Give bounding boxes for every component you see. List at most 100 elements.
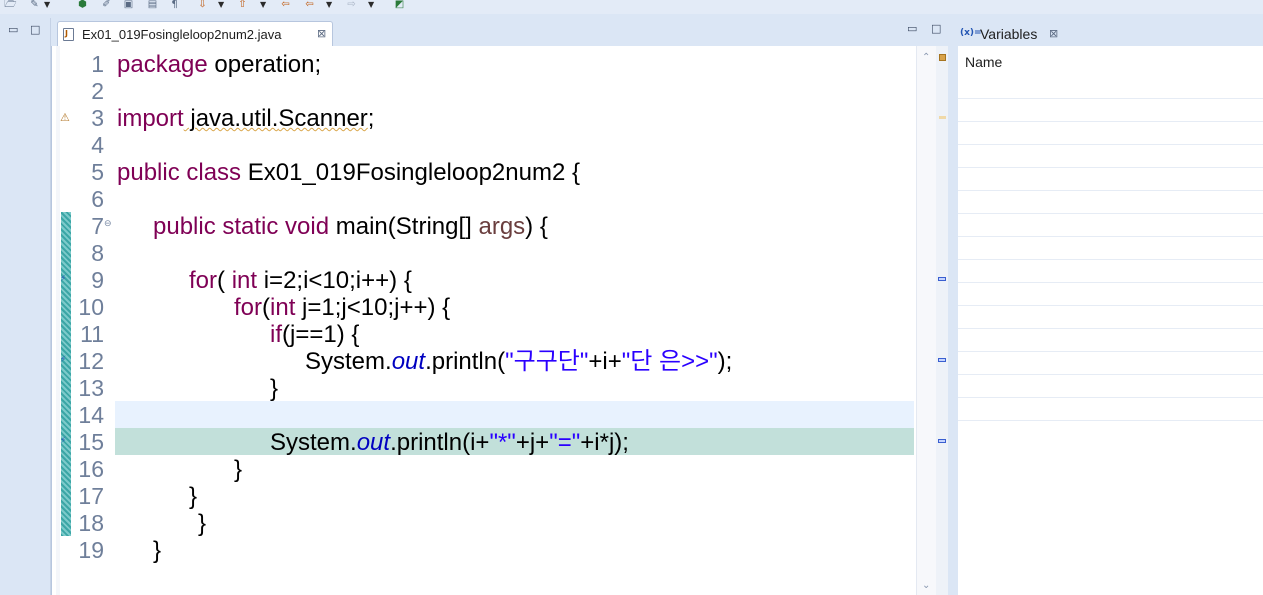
close-icon[interactable]: ⊠ [317,27,326,40]
variables-table[interactable]: Name [958,46,1263,595]
code-text: ) { [525,213,548,240]
main-toolbar: 🗁 ✎ ▼ ⬢ ✐ ▣ ▤ ¶ ⇩ ▼ ⇧ ▼ ⇦ ⇦ ▼ ⇨ ▼ ◩ [0,0,1263,14]
breakpoint-marker-icon[interactable]: ⚡ [60,274,66,284]
java-file-icon [63,28,74,41]
save-icon[interactable]: ▤ [146,0,159,12]
column-header-name[interactable]: Name [965,54,1002,70]
breakpoint-marker-icon[interactable]: ⚡ [60,355,66,365]
close-icon[interactable]: ⊠ [1049,27,1058,40]
line-number: 14 [78,402,104,428]
line-number: 3 [91,105,104,131]
code-text: Ex01_019Fosingleloop2num2 { [241,159,580,186]
scroll-down-icon[interactable]: ⌄ [922,580,930,591]
breakpoint-marker-icon[interactable]: ⚡ [60,436,66,446]
table-row-divider [958,213,1263,214]
previous-annotation-icon[interactable]: ⇧ [236,0,249,12]
tab-label: Variables [980,26,1038,42]
occurrence-overview-marker[interactable] [938,277,946,281]
forward-icon[interactable]: ⇨ [345,0,358,12]
external-tools-icon[interactable]: ✎ [28,0,41,12]
code-line-15[interactable]: System.out.println(i+"*"+j+"="+i*j); [270,429,629,456]
overview-ruler[interactable] [936,46,948,595]
chevron-down-icon[interactable]: ▼ [326,1,332,9]
line-number: 18 [78,510,104,536]
back-icon[interactable]: ⇦ [279,0,292,12]
code-line-10[interactable]: for(int j=1;j<10;j++) { [234,294,450,321]
line-number: 16 [78,456,104,482]
chevron-down-icon[interactable]: ▼ [368,1,374,9]
code-line-12[interactable]: System.out.println("구구단"+i+"단 은>>"); [305,348,732,375]
table-row-divider [958,282,1263,283]
code-line-17[interactable]: } [189,483,197,510]
scroll-up-icon[interactable]: ⌃ [922,52,930,63]
minimize-icon[interactable]: ▭ [907,22,917,35]
code-line-7[interactable]: public static void main(String[] args) { [153,213,548,240]
table-row-divider [958,259,1263,260]
maximize-icon[interactable]: □ [931,22,941,35]
keyword: package [117,51,208,78]
show-whitespace-icon[interactable]: ¶ [168,0,181,12]
code-text: ( [217,267,232,294]
parameter: args [478,213,526,240]
table-row-divider [958,121,1263,122]
keyword: int [231,267,258,294]
code-line-19[interactable]: } [153,537,161,564]
variables-view: (x)= Variables ⊠ Name [956,18,1263,595]
code-line-1[interactable]: package operation; [117,51,321,78]
chevron-down-icon[interactable]: ▼ [44,1,50,9]
code-text: i=2;i<10;i++) { [257,267,412,294]
code-line-5[interactable]: public class Ex01_019Fosingleloop2num2 { [117,159,580,186]
keyword: public class [117,159,242,186]
table-row-divider [958,236,1263,237]
occurrence-overview-marker[interactable] [938,439,946,443]
line-number: 12 [78,348,104,374]
code-text: java.util. [183,105,279,132]
next-annotation-icon[interactable]: ⇩ [196,0,209,12]
line-number: 10 [78,294,104,320]
line-number: 6 [91,186,104,212]
code-text: Scanner [278,105,368,132]
line-number: 19 [78,537,104,563]
warning-overview-marker[interactable] [939,54,946,61]
debug-change-bar [61,212,71,536]
code-line-16[interactable]: } [234,456,242,483]
keyword: if [270,321,282,348]
minimize-icon[interactable]: ▭ [8,24,18,35]
code-text: operation; [207,51,322,78]
code-line-9[interactable]: for( int i=2;i<10;i++) { [189,267,412,294]
tab-variables[interactable]: (x)= Variables ⊠ [956,21,1066,46]
warning-marker-icon[interactable]: ⚠ [60,111,70,124]
table-row-divider [958,328,1263,329]
line-number: 2 [91,78,104,104]
chevron-down-icon[interactable]: ▼ [218,1,224,9]
line-number: 8 [91,240,104,266]
string-literal: "구구단" [505,348,589,375]
save-all-icon[interactable]: ▣ [122,0,135,12]
vertical-scrollbar[interactable]: ⌃ ⌄ [916,46,937,595]
code-text: .println(i+ [390,429,490,456]
code-line-11[interactable]: if(j==1) { [270,321,359,348]
keyword: import [117,105,184,132]
new-window-icon[interactable]: ◩ [393,0,406,12]
code-line-3[interactable]: import java.util.Scanner; [117,105,374,132]
tab-java-file[interactable]: Ex01_019Fosingleloop2num2.java ⊠ [57,21,333,46]
line-number: 1 [91,51,104,77]
debug-icon[interactable]: ⬢ [76,0,89,12]
code-text: +i+ [588,348,622,375]
code-editor[interactable]: ⚠ ⚡ ⚡ ⚡ ⊖ 1 2 3 4 5 6 7 8 9 10 11 12 13 … [51,46,948,595]
keyword: public static void [153,213,330,240]
code-text: +i*j); [580,429,629,456]
fold-collapse-icon[interactable]: ⊖ [104,219,112,229]
open-perspective-icon[interactable]: 🗁 [4,0,17,12]
edit-icon[interactable]: ✐ [100,0,113,12]
annotation-overview-marker[interactable] [939,116,946,119]
back-history-icon[interactable]: ⇦ [303,0,316,12]
code-line-18[interactable]: } [198,510,206,537]
chevron-down-icon[interactable]: ▼ [260,1,266,9]
string-literal: "=" [549,429,581,456]
table-row-divider [958,420,1263,421]
occurrence-overview-marker[interactable] [938,358,946,362]
code-line-13[interactable]: } [270,375,278,402]
unused-import-warning[interactable]: java.util.Scanner [183,105,368,132]
maximize-icon[interactable]: □ [30,24,40,35]
